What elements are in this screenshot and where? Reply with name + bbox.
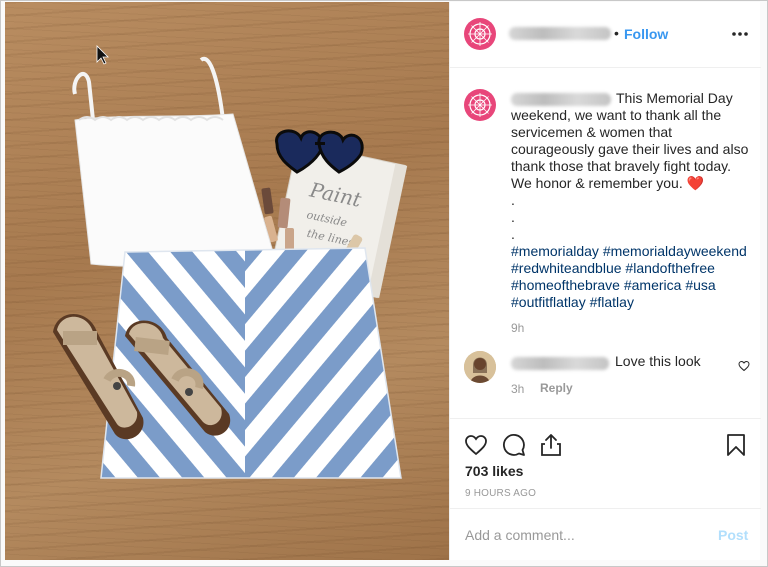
caption-author-avatar[interactable] — [464, 89, 496, 121]
comment-timestamp[interactable]: 3h — [511, 382, 524, 396]
add-comment-input[interactable] — [465, 525, 705, 545]
hashtag-line[interactable]: #homeofthebrave #america #usa — [511, 277, 751, 294]
reply-button[interactable]: Reply — [540, 381, 573, 395]
person-photo-icon — [464, 351, 496, 383]
caption-line: servicemen & women that — [511, 124, 673, 140]
hashtag-line[interactable]: #outfitflatlay #flatlay — [511, 294, 751, 311]
caption-line: thank those that bravely fight today. — [511, 158, 731, 174]
comment-text: Love this look — [615, 353, 701, 369]
mandala-logo-icon — [465, 90, 495, 120]
caption-dot: . — [511, 209, 515, 225]
share-icon[interactable] — [539, 432, 563, 457]
post-details-panel: • Follow This Memorial Day weekend, we w… — [449, 2, 761, 560]
more-options-icon[interactable] — [730, 26, 750, 42]
flatlay-illustration: Paint outside the lines — [53, 45, 408, 479]
red-heart-emoji: ❤️ — [686, 175, 705, 191]
heart-icon[interactable] — [464, 433, 488, 457]
hashtag-line[interactable]: #redwhiteandblue #landofthefree — [511, 260, 751, 277]
caption-text: This Memorial Day weekend, we want to th… — [511, 90, 751, 311]
post-photo[interactable]: Paint outside the lines — [5, 2, 449, 560]
caption-line: courageously gave their lives and also — [511, 141, 749, 157]
caption-line: We honor & remember you. ❤️ — [511, 175, 751, 192]
bookmark-icon[interactable] — [726, 433, 746, 457]
caption-line: This Memorial Day — [616, 90, 733, 106]
author-username-blurred[interactable] — [509, 27, 611, 40]
caption-dot: . — [511, 226, 515, 242]
post-window: Paint outside the lines • Follow This Me… — [0, 0, 768, 567]
like-count[interactable]: 703 likes — [465, 463, 523, 479]
follow-separator: • — [614, 25, 619, 41]
post-header: • Follow — [450, 2, 761, 68]
author-avatar[interactable] — [464, 18, 496, 50]
cursor-icon — [96, 45, 109, 65]
caption-dot: . — [511, 192, 515, 208]
comment-icon[interactable] — [502, 433, 526, 457]
striped-skirt — [100, 247, 402, 479]
hashtag-line[interactable]: #memorialday #memorialdayweekend — [511, 243, 751, 260]
caption-line: weekend, we want to thank all the — [511, 107, 722, 123]
caption-timestamp[interactable]: 9h — [511, 321, 524, 335]
post-actions: 703 likes 9 HOURS AGO — [450, 418, 761, 518]
add-comment-form: Post — [450, 508, 761, 560]
commenter-username-blurred[interactable] — [511, 357, 609, 370]
like-comment-heart-icon[interactable] — [738, 360, 750, 372]
caption-line-text: We honor & remember you. — [511, 175, 683, 191]
post-comment-button[interactable]: Post — [718, 527, 748, 543]
white-camisole — [72, 56, 274, 267]
post-time-ago[interactable]: 9 HOURS AGO — [465, 488, 536, 499]
commenter-avatar[interactable] — [464, 351, 496, 383]
mandala-logo-icon — [465, 19, 495, 49]
follow-button[interactable]: Follow — [624, 26, 668, 42]
